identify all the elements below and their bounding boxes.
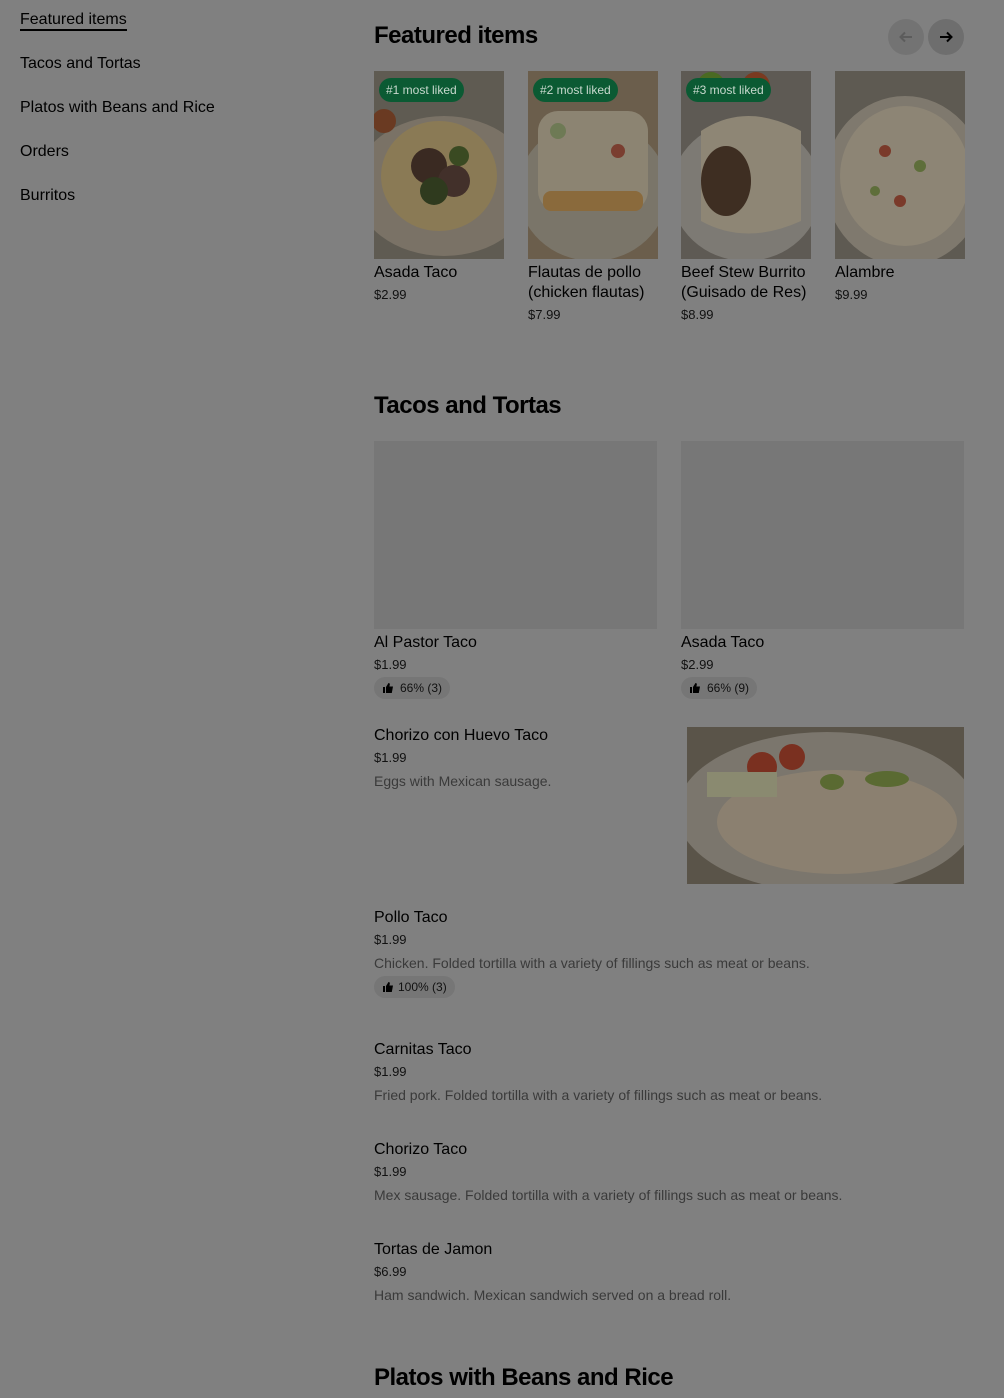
item-price: $1.99 bbox=[374, 657, 407, 672]
item-price: $9.99 bbox=[835, 287, 868, 302]
rating-text: 100% (3) bbox=[398, 980, 447, 994]
item-name: Carnitas Taco bbox=[374, 1041, 472, 1058]
menu-list-item[interactable]: Tortas de Jamon $6.99 Ham sandwich. Mexi… bbox=[374, 1240, 964, 1303]
item-name: Pollo Taco bbox=[374, 909, 448, 926]
most-liked-badge: #2 most liked bbox=[533, 78, 618, 102]
item-name: Alambre bbox=[835, 264, 895, 281]
sidebar-item-platos[interactable]: Platos with Beans and Rice bbox=[20, 96, 320, 140]
sidebar-item-orders[interactable]: Orders bbox=[20, 140, 320, 184]
carousel-prev-button[interactable] bbox=[888, 19, 924, 55]
platos-heading: Platos with Beans and Rice bbox=[374, 1364, 674, 1391]
most-liked-badge: #1 most liked bbox=[379, 78, 464, 102]
rating-text: 66% (9) bbox=[707, 681, 750, 695]
menu-list-item[interactable]: Chorizo con Huevo Taco $1.99 Eggs with M… bbox=[374, 726, 964, 884]
thumbs-up-icon bbox=[383, 982, 393, 992]
item-price: $1.99 bbox=[374, 1164, 407, 1179]
item-name: Chorizo Taco bbox=[374, 1141, 468, 1158]
thumbs-up-icon bbox=[383, 683, 393, 693]
category-nav: Featured items Tacos and Tortas Platos w… bbox=[20, 8, 320, 228]
featured-item-card[interactable]: #2 most liked Flautas de pollo (chicken … bbox=[528, 71, 658, 322]
item-price: $8.99 bbox=[681, 307, 714, 322]
sidebar-item-tacos-and-tortas[interactable]: Tacos and Tortas bbox=[20, 52, 320, 96]
item-description: Fried pork. Folded tortilla with a varie… bbox=[374, 1087, 823, 1103]
asada-taco-image: #1 most liked bbox=[374, 71, 504, 259]
flautas-image: #2 most liked bbox=[528, 71, 658, 259]
item-name: Al Pastor Taco bbox=[374, 634, 477, 651]
sidebar-item-burritos[interactable]: Burritos bbox=[20, 184, 320, 228]
sidebar-item-featured-items[interactable]: Featured items bbox=[20, 8, 320, 52]
item-description: Chicken. Folded tortilla with a variety … bbox=[374, 955, 810, 971]
rating-badge: 66% (3) bbox=[374, 677, 451, 699]
rating-badge: 66% (9) bbox=[681, 677, 758, 699]
alambre-image bbox=[835, 71, 965, 259]
featured-item-card[interactable]: Alambre $9.99 bbox=[835, 71, 965, 302]
most-liked-badge: #3 most liked bbox=[686, 78, 771, 102]
item-price: $1.99 bbox=[374, 932, 407, 947]
menu-list-item[interactable]: Chorizo Taco $1.99 Mex sausage. Folded t… bbox=[374, 1140, 964, 1203]
item-name: Beef Stew Burrito (Guisado de Res) bbox=[681, 264, 807, 301]
beef-stew-burrito-image: #3 most liked bbox=[681, 71, 811, 259]
featured-item-card[interactable]: #1 most liked Asada Taco $2.99 bbox=[374, 71, 504, 302]
item-name: Asada Taco bbox=[681, 634, 765, 651]
item-price: $1.99 bbox=[374, 1064, 407, 1079]
item-name: Flautas de pollo (chicken flautas) bbox=[528, 264, 645, 301]
carousel-next-button[interactable] bbox=[928, 19, 964, 55]
tacos-and-tortas-heading: Tacos and Tortas bbox=[374, 392, 562, 419]
featured-item-card[interactable]: #3 most liked Beef Stew Burrito (Guisado… bbox=[681, 71, 811, 322]
arrow-left-icon bbox=[899, 31, 912, 43]
featured-items-heading: Featured items bbox=[374, 22, 538, 49]
item-description: Mex sausage. Folded tortilla with a vari… bbox=[374, 1187, 843, 1203]
rating-text: 66% (3) bbox=[400, 681, 443, 695]
item-image-placeholder bbox=[681, 441, 964, 629]
item-price: $2.99 bbox=[681, 657, 714, 672]
thumbs-up-icon bbox=[690, 683, 700, 693]
menu-list-item[interactable]: Carnitas Taco $1.99 Fried pork. Folded t… bbox=[374, 1040, 964, 1103]
item-name: Tortas de Jamon bbox=[374, 1241, 493, 1258]
item-price: $2.99 bbox=[374, 287, 407, 302]
rating-badge: 100% (3) bbox=[374, 976, 455, 998]
item-description: Ham sandwich. Mexican sandwich served on… bbox=[374, 1287, 732, 1303]
chorizo-con-huevo-image bbox=[687, 727, 964, 884]
arrow-right-icon bbox=[940, 31, 953, 43]
menu-item-card[interactable]: Asada Taco $2.99 66% (9) bbox=[681, 441, 964, 699]
featured-carousel: #1 most liked Asada Taco $2.99 #2 most l… bbox=[374, 71, 965, 361]
item-price: $7.99 bbox=[528, 307, 561, 322]
item-name: Asada Taco bbox=[374, 264, 458, 281]
item-price: $6.99 bbox=[374, 1264, 407, 1279]
menu-item-card[interactable]: Al Pastor Taco $1.99 66% (3) bbox=[374, 441, 657, 699]
menu-list-item[interactable]: Pollo Taco $1.99 Chicken. Folded tortill… bbox=[374, 908, 964, 998]
item-image-placeholder bbox=[374, 441, 657, 629]
